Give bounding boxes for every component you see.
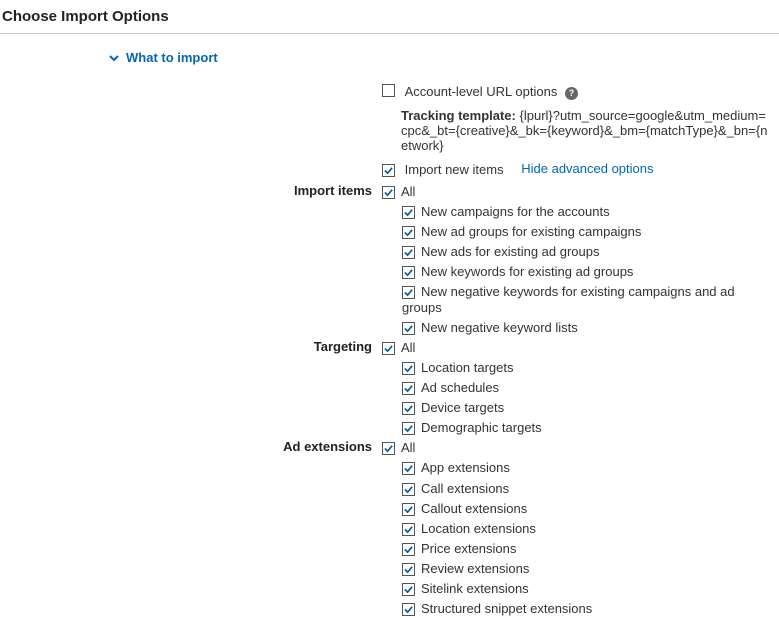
checkbox-group-all[interactable]	[382, 342, 395, 355]
checkbox-item[interactable]	[402, 563, 415, 576]
item-label: Device targets	[421, 400, 504, 415]
item-label: Structured snippet extensions	[421, 601, 592, 616]
group-all-label: All	[401, 184, 415, 199]
checkbox-group-all[interactable]	[382, 442, 395, 455]
checkbox-item[interactable]	[402, 483, 415, 496]
checkbox-item[interactable]	[402, 266, 415, 279]
checkbox-item[interactable]	[402, 206, 415, 219]
checkbox-item[interactable]	[402, 503, 415, 516]
checkbox-item[interactable]	[402, 583, 415, 596]
checkbox-item[interactable]	[402, 226, 415, 239]
item-label: New campaigns for the accounts	[421, 204, 610, 219]
checkbox-item[interactable]	[402, 462, 415, 475]
item-label: Price extensions	[421, 541, 516, 556]
checkbox-account-url-options[interactable]	[382, 84, 395, 97]
page-title: Choose Import Options	[0, 0, 779, 34]
group-all-label: All	[401, 440, 415, 455]
item-label: New negative keywords for existing campa…	[402, 284, 735, 315]
group-all-label: All	[401, 340, 415, 355]
item-label: New ad groups for existing campaigns	[421, 224, 641, 239]
checkbox-item[interactable]	[402, 246, 415, 259]
item-label: Callout extensions	[421, 501, 527, 516]
group-header-label: Import items	[212, 183, 382, 198]
hide-advanced-link[interactable]: Hide advanced options	[521, 161, 653, 176]
item-label: App extensions	[421, 461, 510, 476]
checkbox-item[interactable]	[402, 362, 415, 375]
help-icon[interactable]: ?	[565, 87, 578, 100]
item-label: Location extensions	[421, 521, 536, 536]
checkbox-item[interactable]	[402, 402, 415, 415]
checkbox-item[interactable]	[402, 382, 415, 395]
collapse-toggle-what-to-import[interactable]: What to import	[108, 50, 779, 65]
item-label: New ads for existing ad groups	[421, 244, 599, 259]
group-header-label: Ad extensions	[212, 439, 382, 454]
item-label: Sitelink extensions	[421, 581, 529, 596]
import-new-items-label: Import new items	[405, 162, 504, 177]
checkbox-import-new-items[interactable]	[382, 164, 395, 177]
checkbox-item[interactable]	[402, 523, 415, 536]
checkbox-item[interactable]	[402, 543, 415, 556]
group-header-label: Targeting	[212, 339, 382, 354]
item-label: Ad schedules	[421, 380, 499, 395]
tracking-template-label: Tracking template:	[401, 108, 516, 123]
item-label: Call extensions	[421, 481, 509, 496]
item-label: Location targets	[421, 360, 514, 375]
chevron-down-icon	[108, 52, 120, 64]
collapse-header-label: What to import	[126, 50, 218, 65]
checkbox-item[interactable]	[402, 603, 415, 616]
item-label: Review extensions	[421, 561, 529, 576]
checkbox-item[interactable]	[402, 422, 415, 435]
checkbox-group-all[interactable]	[382, 186, 395, 199]
item-label: New keywords for existing ad groups	[421, 264, 633, 279]
checkbox-item[interactable]	[402, 286, 415, 299]
item-label: Demographic targets	[421, 420, 542, 435]
checkbox-item[interactable]	[402, 322, 415, 335]
account-url-options-label: Account-level URL options	[405, 84, 558, 99]
item-label: New negative keyword lists	[421, 320, 578, 335]
